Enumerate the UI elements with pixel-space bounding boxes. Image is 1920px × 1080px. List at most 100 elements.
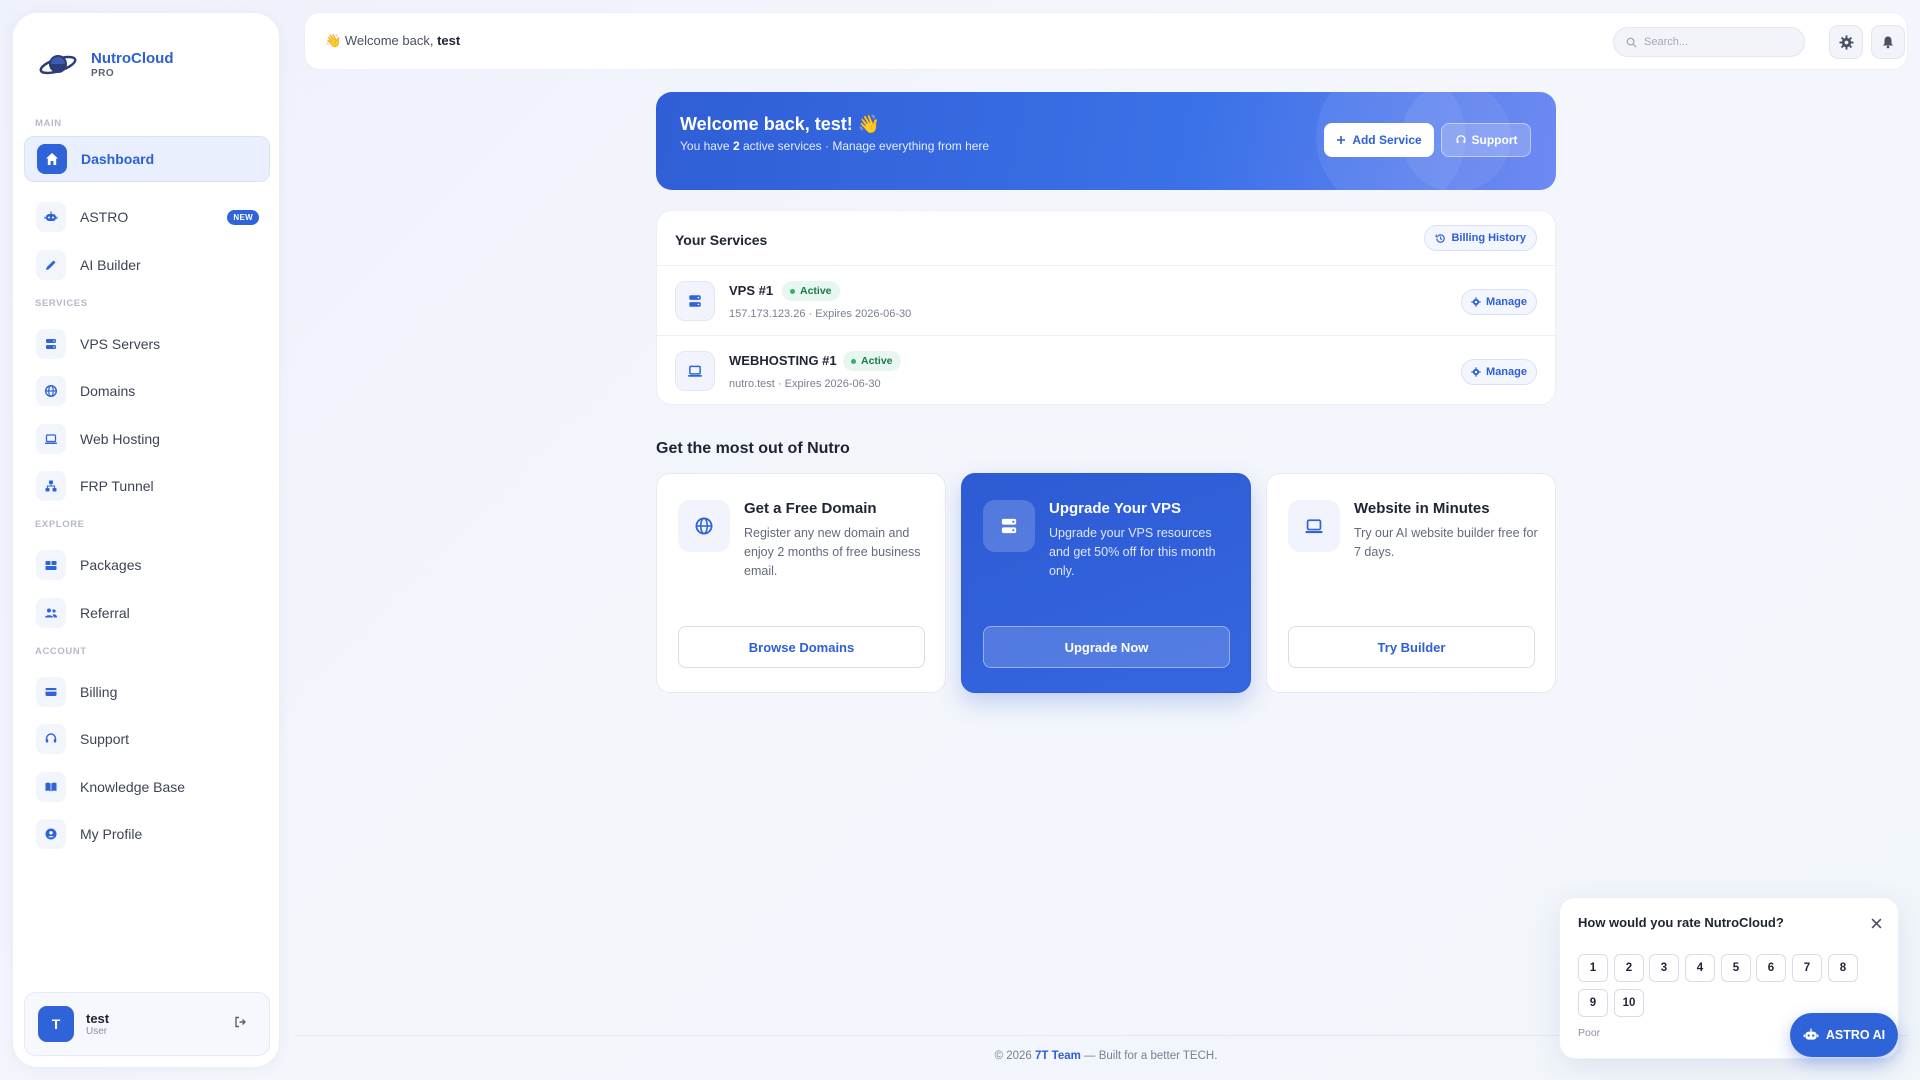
upgrade-now-button[interactable]: Upgrade Now (983, 626, 1230, 668)
server-icon (983, 500, 1035, 552)
promo-title: Website in Minutes (1354, 500, 1490, 517)
user-role: User (86, 1026, 108, 1037)
history-icon (1436, 233, 1446, 243)
section-label-explore: EXPLORE (35, 519, 85, 530)
search-input[interactable] (1644, 36, 1794, 48)
sidebar-item-vps-servers[interactable]: VPS Servers (24, 321, 270, 367)
sidebar-item-label: AI Builder (80, 257, 141, 273)
sidebar-item-label: ASTRO (80, 209, 129, 225)
bell-icon (1883, 36, 1893, 49)
hero-sub-prefix: You have (680, 139, 730, 153)
service-meta: 157.173.123.26 · Expires 2026-06-30 (729, 308, 912, 320)
footer-tagline: — Built for a better TECH. (1084, 1050, 1218, 1062)
sidebar-item-label: Referral (80, 605, 130, 621)
pencil-icon (36, 250, 66, 280)
laptop-icon (675, 351, 715, 391)
credit-card-icon (36, 677, 66, 707)
billing-history-button[interactable]: Billing History (1424, 225, 1537, 251)
service-row[interactable]: WEBHOSTING #1 Active nutro.test · Expire… (657, 335, 1555, 405)
promo-card-vps: Upgrade Your VPS Upgrade your VPS resour… (961, 473, 1251, 693)
topbar-greeting: 👋 Welcome back, test (325, 33, 460, 49)
rating-option-5[interactable]: 5 (1721, 954, 1751, 982)
sidebar-item-ai-builder[interactable]: AI Builder (24, 242, 270, 288)
topbar: 👋 Welcome back, test (304, 12, 1908, 70)
book-icon (36, 772, 66, 802)
promo-description: Upgrade your VPS resources and get 50% o… (1049, 526, 1216, 578)
astro-ai-button[interactable]: ASTRO AI (1790, 1013, 1898, 1057)
manage-button[interactable]: Manage (1461, 359, 1537, 385)
rating-option-8[interactable]: 8 (1828, 954, 1858, 982)
promo-title: Get a Free Domain (744, 500, 877, 517)
sidebar-item-label: My Profile (80, 826, 143, 842)
service-meta: nutro.test · Expires 2026-06-30 (729, 378, 881, 390)
footer-team-link[interactable]: 7T Team (1035, 1050, 1081, 1062)
greeting-username: test (437, 33, 461, 48)
promo-card-domain: Get a Free Domain Register any new domai… (656, 473, 946, 693)
browse-domains-button[interactable]: Browse Domains (678, 626, 925, 668)
sidebar-item-my-profile[interactable]: My Profile (24, 811, 270, 857)
section-label-account: ACCOUNT (35, 646, 87, 657)
sidebar-item-astro[interactable]: ASTRO NEW (24, 194, 270, 240)
brand-tier: PRO (91, 67, 115, 79)
notifications-button[interactable] (1871, 25, 1905, 59)
sidebar-item-knowledge-base[interactable]: Knowledge Base (24, 764, 270, 810)
search-box[interactable] (1613, 27, 1805, 57)
rating-option-2[interactable]: 2 (1614, 954, 1644, 982)
welcome-banner: Welcome back, test! 👋 You have 2 active … (656, 92, 1556, 190)
sidebar: NutroCloud PRO MAIN Dashboard ASTRO NEW … (12, 12, 280, 1068)
status-dot (790, 288, 795, 294)
service-name: VPS #1 (729, 283, 774, 298)
section-label-main: MAIN (35, 118, 62, 129)
sidebar-item-label: Dashboard (81, 151, 155, 167)
section-label-services: SERVICES (35, 298, 88, 309)
footer-copyright: © 2026 (994, 1050, 1032, 1062)
network-icon (36, 471, 66, 501)
sidebar-item-label: FRP Tunnel (80, 478, 154, 494)
rating-option-4[interactable]: 4 (1685, 954, 1715, 982)
plus-icon (1337, 136, 1346, 144)
sidebar-item-dashboard[interactable]: Dashboard (24, 136, 270, 182)
settings-button[interactable] (1829, 25, 1863, 59)
status-label: Active (861, 355, 893, 367)
sidebar-item-label: Web Hosting (80, 431, 160, 447)
sidebar-item-frp-tunnel[interactable]: FRP Tunnel (24, 463, 270, 509)
sidebar-item-domains[interactable]: Domains (24, 368, 270, 414)
promo-title: Upgrade Your VPS (1049, 500, 1181, 517)
hero-title: Welcome back, test! 👋 (680, 114, 881, 134)
server-icon (675, 281, 715, 321)
close-icon[interactable] (1871, 916, 1882, 934)
robot-icon (36, 202, 66, 232)
add-service-button[interactable]: Add Service (1324, 123, 1434, 157)
boxes-icon (36, 550, 66, 580)
brand[interactable]: NutroCloud PRO (37, 43, 173, 85)
logout-icon[interactable] (233, 1015, 247, 1034)
sidebar-item-web-hosting[interactable]: Web Hosting (24, 416, 270, 462)
promo-description: Register any new domain and enjoy 2 mont… (744, 526, 921, 578)
sidebar-item-billing[interactable]: Billing (24, 669, 270, 715)
brand-name: NutroCloud (91, 49, 174, 67)
sidebar-item-support[interactable]: Support (24, 716, 270, 762)
services-panel: Your Services Billing History VPS #1 Act… (656, 210, 1556, 405)
rating-option-7[interactable]: 7 (1792, 954, 1822, 982)
laptop-icon (36, 424, 66, 454)
gear-icon (1471, 297, 1481, 307)
try-builder-button[interactable]: Try Builder (1288, 626, 1535, 668)
rating-option-6[interactable]: 6 (1756, 954, 1786, 982)
robot-icon (1803, 1028, 1819, 1040)
promo-description: Try our AI website builder free for 7 da… (1354, 526, 1538, 559)
greeting-text: Welcome back, (344, 33, 434, 48)
rating-option-9[interactable]: 9 (1578, 989, 1608, 1017)
sidebar-item-referral[interactable]: Referral (24, 590, 270, 636)
sidebar-item-packages[interactable]: Packages (24, 542, 270, 588)
user-name: test (86, 1011, 110, 1026)
support-button[interactable]: Support (1441, 123, 1531, 157)
promo-card-website: Website in Minutes Try our AI website bu… (1266, 473, 1556, 693)
rating-option-10[interactable]: 10 (1614, 989, 1644, 1017)
planet-logo-icon (39, 55, 77, 75)
rating-option-3[interactable]: 3 (1649, 954, 1679, 982)
rating-option-1[interactable]: 1 (1578, 954, 1608, 982)
service-row[interactable]: VPS #1 Active 157.173.123.26 · Expires 2… (657, 265, 1555, 335)
user-circle-icon (36, 819, 66, 849)
headset-icon (1456, 135, 1465, 143)
manage-button[interactable]: Manage (1461, 289, 1537, 315)
